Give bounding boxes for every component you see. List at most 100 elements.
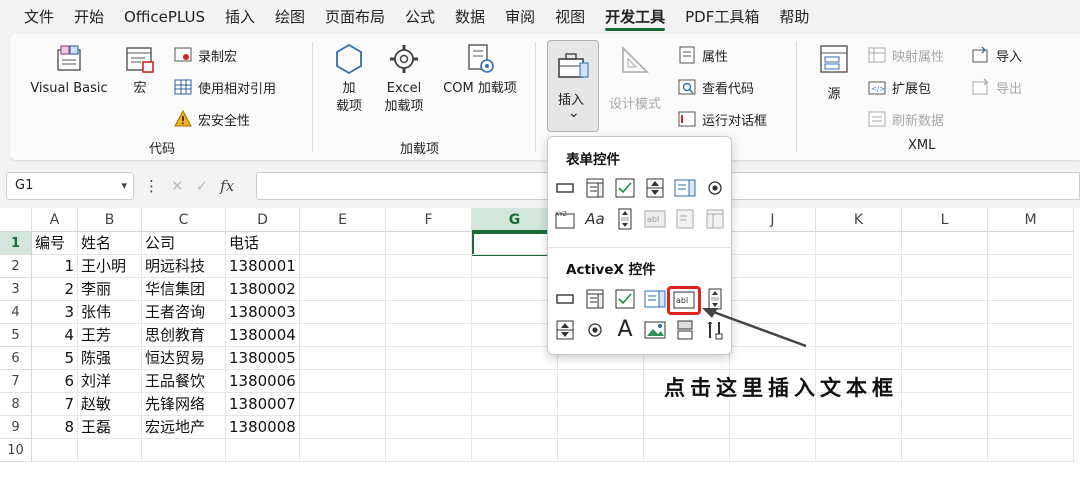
spreadsheet-grid[interactable]: ABCDEFGHIJKLM1编号姓名公司电话21王小明明远科技138000132… xyxy=(0,208,1080,488)
cell-A5[interactable]: 4 xyxy=(32,324,78,347)
activex-command-button-icon[interactable] xyxy=(554,288,576,310)
activex-spin-button-icon[interactable] xyxy=(554,319,576,341)
cell-C7[interactable]: 王品餐饮 xyxy=(142,370,226,393)
cell-A6[interactable]: 5 xyxy=(32,347,78,370)
insert-controls-button[interactable]: 插入 ⌄ xyxy=(547,40,599,132)
cell-K3[interactable] xyxy=(816,278,902,301)
row-header-10[interactable]: 10 xyxy=(0,439,32,462)
cell-K10[interactable] xyxy=(816,439,902,462)
visual-basic-button[interactable]: Visual Basic xyxy=(24,42,114,98)
view-code-button[interactable]: 查看代码 xyxy=(678,76,754,98)
cell-A9[interactable]: 8 xyxy=(32,416,78,439)
form-combo-dropdown-icon[interactable] xyxy=(704,208,726,230)
cell-B1[interactable]: 姓名 xyxy=(78,232,142,255)
cell-L6[interactable] xyxy=(902,347,988,370)
cell-E7[interactable] xyxy=(300,370,386,393)
cell-G5[interactable] xyxy=(472,324,558,347)
cell-L2[interactable] xyxy=(902,255,988,278)
cell-B2[interactable]: 王小明 xyxy=(78,255,142,278)
addins-button[interactable]: 加 载项 xyxy=(324,42,374,116)
activex-list-box-icon[interactable] xyxy=(644,288,666,310)
cell-K6[interactable] xyxy=(816,347,902,370)
cell-J2[interactable] xyxy=(730,255,816,278)
activex-label-icon[interactable]: A xyxy=(614,317,636,342)
cell-M8[interactable] xyxy=(988,393,1074,416)
cell-G10[interactable] xyxy=(472,439,558,462)
cell-L3[interactable] xyxy=(902,278,988,301)
column-header-J[interactable]: J xyxy=(730,208,816,232)
menu-item-9[interactable]: 视图 xyxy=(545,0,595,34)
cell-G1[interactable] xyxy=(472,232,558,255)
cell-G6[interactable] xyxy=(472,347,558,370)
menu-item-5[interactable]: 页面布局 xyxy=(315,0,395,34)
cell-B9[interactable]: 王磊 xyxy=(78,416,142,439)
cell-B8[interactable]: 赵敏 xyxy=(78,393,142,416)
form-option-button-icon[interactable] xyxy=(704,177,726,199)
cell-A4[interactable]: 3 xyxy=(32,301,78,324)
cell-C3[interactable]: 华信集团 xyxy=(142,278,226,301)
xml-import-button[interactable]: 导入 xyxy=(972,44,1022,66)
cell-E4[interactable] xyxy=(300,301,386,324)
cell-E9[interactable] xyxy=(300,416,386,439)
cell-H10[interactable] xyxy=(558,439,644,462)
more-icon[interactable]: ⋮ xyxy=(144,177,159,195)
cell-A7[interactable]: 6 xyxy=(32,370,78,393)
cell-L9[interactable] xyxy=(902,416,988,439)
cell-K2[interactable] xyxy=(816,255,902,278)
form-scroll-bar-icon[interactable] xyxy=(614,208,636,230)
cell-C4[interactable]: 王者咨询 xyxy=(142,301,226,324)
cell-B5[interactable]: 王芳 xyxy=(78,324,142,347)
form-button-control-icon[interactable] xyxy=(554,177,576,199)
cell-B10[interactable] xyxy=(78,439,142,462)
row-header-9[interactable]: 9 xyxy=(0,416,32,439)
menu-item-6[interactable]: 公式 xyxy=(395,0,445,34)
properties-button[interactable]: 属性 xyxy=(678,44,728,66)
menu-item-4[interactable]: 绘图 xyxy=(265,0,315,34)
cell-H7[interactable] xyxy=(558,370,644,393)
row-header-6[interactable]: 6 xyxy=(0,347,32,370)
macro-security-button[interactable]: 宏安全性 xyxy=(174,108,250,130)
cell-C9[interactable]: 宏远地产 xyxy=(142,416,226,439)
cell-J9[interactable] xyxy=(730,416,816,439)
cell-E3[interactable] xyxy=(300,278,386,301)
cell-H9[interactable] xyxy=(558,416,644,439)
menu-item-1[interactable]: 开始 xyxy=(64,0,114,34)
form-list-box-icon[interactable] xyxy=(674,177,696,199)
cell-F3[interactable] xyxy=(386,278,472,301)
cell-D3[interactable]: 1380002 xyxy=(226,278,300,301)
cell-L1[interactable] xyxy=(902,232,988,255)
cell-I9[interactable] xyxy=(644,416,730,439)
cell-I10[interactable] xyxy=(644,439,730,462)
menu-item-0[interactable]: 文件 xyxy=(14,0,64,34)
menu-item-8[interactable]: 审阅 xyxy=(495,0,545,34)
menu-item-10[interactable]: 开发工具 xyxy=(595,0,675,34)
use-relative-references-button[interactable]: 使用相对引用 xyxy=(174,76,276,98)
cell-L7[interactable] xyxy=(902,370,988,393)
cell-F8[interactable] xyxy=(386,393,472,416)
cell-A1[interactable]: 编号 xyxy=(32,232,78,255)
map-properties-button[interactable]: 映射属性 xyxy=(868,44,944,66)
cell-C1[interactable]: 公司 xyxy=(142,232,226,255)
cell-D7[interactable]: 1380006 xyxy=(226,370,300,393)
cell-F1[interactable] xyxy=(386,232,472,255)
refresh-data-button[interactable]: 刷新数据 xyxy=(868,108,944,130)
cell-B7[interactable]: 刘洋 xyxy=(78,370,142,393)
cell-F4[interactable] xyxy=(386,301,472,324)
select-all-corner[interactable] xyxy=(0,208,32,232)
cell-D10[interactable] xyxy=(226,439,300,462)
xml-source-button[interactable]: 源 xyxy=(810,42,858,104)
cell-D2[interactable]: 1380001 xyxy=(226,255,300,278)
column-header-K[interactable]: K xyxy=(816,208,902,232)
cell-F10[interactable] xyxy=(386,439,472,462)
cell-K1[interactable] xyxy=(816,232,902,255)
cell-D8[interactable]: 1380007 xyxy=(226,393,300,416)
cell-B6[interactable]: 陈强 xyxy=(78,347,142,370)
cell-D4[interactable]: 1380003 xyxy=(226,301,300,324)
cell-M3[interactable] xyxy=(988,278,1074,301)
com-addins-button[interactable]: COM 加载项 xyxy=(434,42,526,98)
enter-icon[interactable]: ✓ xyxy=(196,177,209,195)
column-header-A[interactable]: A xyxy=(32,208,78,232)
cell-E6[interactable] xyxy=(300,347,386,370)
column-header-E[interactable]: E xyxy=(300,208,386,232)
excel-addins-button[interactable]: Excel 加载项 xyxy=(376,42,432,116)
